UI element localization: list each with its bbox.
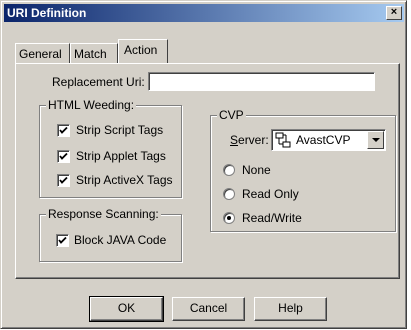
checkmark-icon	[59, 152, 68, 160]
strip-activex-tags-label: Strip ActiveX Tags	[76, 173, 173, 187]
cvp-read-only-label: Read Only	[242, 187, 299, 201]
server-icon	[275, 132, 291, 148]
checkmark-icon	[59, 126, 68, 134]
strip-script-tags-label: Strip Script Tags	[76, 123, 164, 137]
server-label: Server:	[230, 133, 269, 147]
cvp-read-write-radio[interactable]	[223, 212, 235, 224]
strip-applet-tags-label: Strip Applet Tags	[76, 149, 166, 163]
help-button-label: Help	[278, 301, 303, 315]
block-java-code-label: Block JAVA Code	[74, 233, 167, 247]
checkmark-icon	[59, 176, 68, 184]
radio-selected-dot	[227, 216, 231, 220]
checkmark-icon	[58, 236, 67, 244]
html-weeding-title: HTML Weeding:	[46, 98, 137, 112]
strip-applet-tags-checkbox[interactable]	[57, 150, 70, 163]
server-select-value: AvastCVP	[296, 133, 351, 147]
cvp-none-label: None	[242, 163, 271, 177]
cvp-read-only-radio[interactable]	[223, 188, 235, 200]
ok-button[interactable]: OK	[89, 296, 164, 322]
server-select[interactable]: AvastCVP	[271, 129, 386, 151]
cvp-none-radio[interactable]	[223, 164, 235, 176]
cvp-read-write-label: Read/Write	[242, 211, 302, 225]
ok-button-label: OK	[117, 301, 136, 315]
dialog-window: URI Definition × General Match Action Re…	[0, 0, 407, 329]
strip-activex-tags-checkbox[interactable]	[57, 174, 70, 187]
cvp-title: CVP	[217, 108, 246, 122]
response-scanning-title: Response Scanning:	[46, 207, 161, 221]
replacement-uri-label: Replacement Uri:	[52, 75, 145, 89]
help-button[interactable]: Help	[254, 297, 327, 321]
chevron-down-icon[interactable]	[367, 131, 384, 149]
block-java-code-checkbox[interactable]	[56, 234, 69, 247]
replacement-uri-input[interactable]	[148, 72, 375, 91]
cancel-button-label: Cancel	[189, 301, 228, 315]
cancel-button[interactable]: Cancel	[172, 297, 245, 321]
strip-script-tags-checkbox[interactable]	[57, 124, 70, 137]
